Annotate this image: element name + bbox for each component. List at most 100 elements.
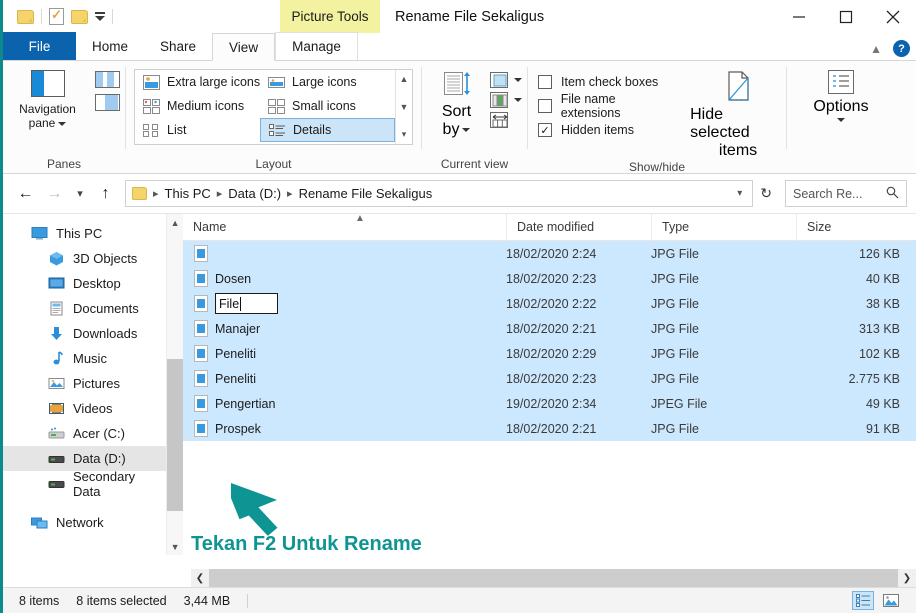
view-mode-buttons (852, 591, 902, 610)
layout-label-text: Layout (255, 157, 292, 171)
breadcrumb-item-data-d[interactable]: Data (D:) (228, 186, 281, 201)
table-row[interactable]: Dosen 18/02/2020 2:23 JPG File 40 KB (183, 266, 916, 291)
table-row[interactable]: Pengertian 19/02/2020 2:34 JPEG File 49 … (183, 391, 916, 416)
current-view-label-text: Current view (440, 157, 509, 171)
layout-large-icons[interactable]: Large icons (260, 70, 395, 94)
layout-list[interactable]: List (135, 118, 260, 142)
sidebar-item-desktop[interactable]: Desktop (3, 271, 166, 296)
file-date-modified: 19/02/2020 2:34 (506, 396, 597, 411)
chevron-left-icon[interactable]: ❮ (191, 569, 209, 587)
options-icon (828, 70, 854, 94)
sidebar-item-pictures[interactable]: Pictures (3, 371, 166, 396)
horizontal-scrollbar[interactable]: ❮ ❯ (191, 569, 916, 587)
tab-view[interactable]: View (212, 33, 276, 61)
breadcrumb-item-this-pc[interactable]: This PC (165, 186, 211, 201)
scroll-down-icon[interactable]: ▼ (171, 538, 180, 555)
ribbon-group-options-label (787, 154, 895, 174)
layout-extra-large-icons[interactable]: Extra large icons (135, 70, 260, 94)
new-folder-icon[interactable] (71, 9, 88, 24)
table-row[interactable]: Peneliti 18/02/2020 2:23 JPG File 2.775 … (183, 366, 916, 391)
table-row[interactable]: Prospek 18/02/2020 2:21 JPG File 91 KB (183, 416, 916, 441)
scroll-down-icon[interactable]: ▼ (400, 102, 409, 112)
size-all-columns-button[interactable] (489, 112, 522, 128)
scrollbar-thumb[interactable] (167, 359, 185, 511)
forward-arrow-icon[interactable]: → (41, 180, 68, 207)
table-row[interactable]: Manajer 18/02/2020 2:21 JPG File 313 KB (183, 316, 916, 341)
sidebar-item-music[interactable]: Music (3, 346, 166, 371)
group-by-button[interactable] (489, 92, 522, 108)
sidebar-item-downloads[interactable]: Downloads (3, 321, 166, 346)
rename-input[interactable]: File (215, 293, 278, 314)
table-row[interactable]: 18/02/2020 2:24 JPG File 126 KB (183, 241, 916, 266)
horizontal-scrollbar-thumb[interactable] (209, 569, 898, 587)
close-icon[interactable] (869, 0, 916, 33)
layout-medium-icons[interactable]: Medium icons (135, 94, 260, 118)
sidebar-item-label: Documents (73, 301, 139, 316)
scrollbar-track[interactable] (167, 231, 185, 538)
sidebar-item-label: 3D Objects (73, 251, 138, 266)
column-header-name[interactable]: Name ▲ (183, 212, 506, 241)
sidebar-item-label: Secondary Data (73, 468, 136, 499)
tab-home[interactable]: Home (76, 32, 144, 60)
large-icons-view-icon[interactable] (880, 591, 902, 610)
layout-gallery-scroll[interactable]: ▲ ▼ ▾ (395, 70, 412, 144)
ribbon-group-layout-label: Layout (126, 154, 421, 174)
preview-pane-icon[interactable] (94, 71, 120, 88)
layout-details[interactable]: Details (260, 118, 395, 142)
file-explorer-window: Picture Tools Rename File Sekaligus File… (0, 0, 916, 613)
column-header-type[interactable]: Type (651, 213, 796, 241)
back-arrow-icon[interactable]: ← (12, 180, 39, 207)
checkbox-checked-icon: ✓ (538, 123, 552, 137)
expand-gallery-icon[interactable]: ▾ (402, 129, 407, 140)
chevron-right-icon[interactable]: ❯ (898, 569, 916, 587)
sidebar-item-network[interactable]: Network (3, 510, 166, 535)
file-name: Peneliti (215, 371, 256, 386)
details-view-icon[interactable] (852, 591, 874, 610)
sidebar-item-this-pc[interactable]: This PC (3, 221, 166, 246)
sidebar-item-acer-c[interactable]: Acer (C:) (3, 421, 166, 446)
column-header-size[interactable]: Size (796, 213, 916, 241)
chevron-down-icon[interactable]: ▾ (737, 188, 746, 199)
minimize-icon[interactable] (775, 0, 822, 33)
options-button[interactable]: Options (804, 68, 878, 122)
checkbox-file-name-extensions[interactable]: File name extensions (538, 92, 676, 120)
sort-ascending-icon: ▲ (355, 212, 365, 224)
chevron-up-icon[interactable]: ▲ (870, 42, 882, 56)
refresh-icon[interactable]: ↻ (755, 185, 777, 202)
folder-icon[interactable] (17, 9, 34, 24)
hide-selected-items-button[interactable]: Hide selected items (690, 68, 786, 160)
sidebar-item-videos[interactable]: Videos (3, 396, 166, 421)
add-columns-button[interactable] (489, 72, 522, 88)
layout-small-icons[interactable]: Small icons (260, 94, 395, 118)
column-header-date-modified[interactable]: Date modified (506, 213, 651, 241)
breadcrumb[interactable]: ▸ This PC ▸ Data (D:) ▸ Rename File Seka… (125, 180, 754, 207)
navigation-pane-button[interactable]: Navigation pane (9, 68, 87, 130)
navigation-pane-icon (30, 70, 65, 97)
tab-share[interactable]: Share (144, 32, 212, 60)
sidebar-item-secondary-data[interactable]: Secondary Data (3, 468, 166, 499)
checkbox-item-check-boxes[interactable]: Item check boxes (538, 70, 676, 94)
recent-locations-icon[interactable]: ▾ (70, 180, 90, 207)
checkbox-hidden-items[interactable]: ✓ Hidden items (538, 118, 676, 142)
sidebar-item-documents[interactable]: Documents (3, 296, 166, 321)
tab-file[interactable]: File (3, 32, 76, 60)
table-row[interactable]: File 18/02/2020 2:22 JPG File 38 KB (183, 291, 916, 316)
properties-icon[interactable] (49, 7, 64, 25)
sort-by-button[interactable]: Sort by (428, 68, 486, 139)
up-arrow-icon[interactable]: ↑ (92, 180, 119, 207)
breadcrumb-item-rename-file-sekaligus[interactable]: Rename File Sekaligus (299, 186, 433, 201)
sidebar-item-3d-objects[interactable]: 3D Objects (3, 246, 166, 271)
help-icon[interactable]: ? (893, 40, 910, 57)
sidebar-item-label: This PC (56, 226, 103, 241)
checkbox-label: File name extensions (560, 92, 621, 120)
sidebar-item-data-d[interactable]: Data (D:) (3, 446, 167, 471)
chevron-down-icon[interactable] (95, 12, 105, 21)
scroll-up-icon[interactable]: ▲ (400, 74, 409, 84)
table-row[interactable]: Peneliti 18/02/2020 2:29 JPG File 102 KB (183, 341, 916, 366)
maximize-icon[interactable] (822, 0, 869, 33)
scroll-up-icon[interactable]: ▲ (171, 214, 180, 231)
tab-manage[interactable]: Manage (275, 32, 358, 60)
sidebar-scrollbar[interactable]: ▲ ▼ (166, 214, 185, 555)
search-input[interactable]: Search Re... (785, 180, 907, 207)
details-pane-icon[interactable] (94, 94, 120, 111)
